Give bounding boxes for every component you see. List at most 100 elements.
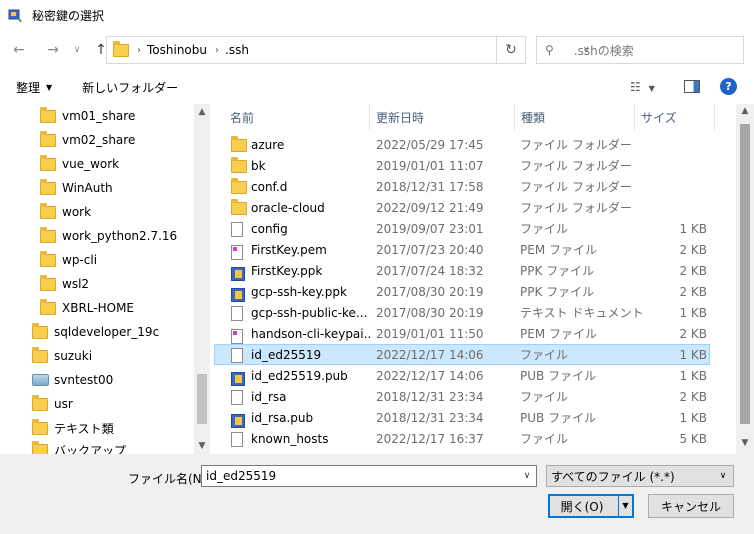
navigation-scrollbar[interactable]: ▲ ▼ <box>194 104 210 454</box>
text-file-icon <box>231 306 243 321</box>
scrollbar-thumb[interactable] <box>740 124 750 424</box>
file-row[interactable]: azure 2022/05/29 17:45 ファイル フォルダー <box>214 134 710 155</box>
tree-item[interactable]: vue_work <box>40 152 119 176</box>
file-type-select[interactable]: すべてのファイル (*.*) ∨ <box>546 465 734 487</box>
tree-item[interactable]: suzuki <box>32 344 92 368</box>
file-row[interactable]: handson-cli-keypai... 2019/01/01 11:50 P… <box>214 323 710 344</box>
scroll-down-icon[interactable]: ▼ <box>737 438 753 448</box>
scroll-up-icon[interactable]: ▲ <box>194 104 210 120</box>
breadcrumb-separator-icon[interactable]: › <box>137 45 141 56</box>
filename-value: id_ed25519 <box>206 469 277 483</box>
chevron-down-icon[interactable]: ∨ <box>518 466 536 486</box>
file-icon <box>231 432 243 447</box>
pem-file-icon <box>231 245 243 260</box>
putty-key-icon <box>231 371 245 386</box>
putty-key-icon <box>231 287 245 302</box>
chevron-down-icon: ▼ <box>46 82 53 92</box>
tree-item[interactable]: vm01_share <box>40 104 135 128</box>
file-row[interactable]: id_ed25519.pub 2022/12/17 14:06 PUB ファイル… <box>214 365 710 386</box>
organize-label: 整理 <box>16 80 41 95</box>
help-icon[interactable]: ? <box>720 78 737 95</box>
pem-file-icon <box>231 329 243 344</box>
view-options-icon[interactable]: ☷ ▼ <box>630 80 655 94</box>
filename-label: ファイル名(N): <box>128 472 211 486</box>
tree-item[interactable]: usr <box>32 392 73 416</box>
column-header-size[interactable]: サイズ <box>635 104 715 130</box>
file-icon <box>231 390 243 405</box>
file-icon <box>231 348 243 363</box>
breadcrumb-separator-icon[interactable]: › <box>215 45 219 56</box>
tree-item[interactable]: vm02_share <box>40 128 135 152</box>
file-row[interactable]: oracle-cloud 2022/09/12 21:49 ファイル フォルダー <box>214 197 710 218</box>
scroll-down-icon[interactable]: ▼ <box>194 438 210 454</box>
tree-item[interactable]: XBRL-HOME <box>40 296 134 320</box>
file-type-value: すべてのファイル (*.*) <box>551 469 675 484</box>
forward-arrow-icon[interactable]: → <box>42 39 64 61</box>
putty-key-icon <box>231 266 245 281</box>
tree-item[interactable]: バックアップ <box>32 438 126 454</box>
folder-icon <box>231 199 247 215</box>
folder-icon <box>40 226 56 243</box>
folder-icon <box>40 106 56 123</box>
folder-icon <box>32 346 48 363</box>
tree-item[interactable]: sqldeveloper_19c <box>32 320 159 344</box>
file-row[interactable]: gcp-ssh-public-ke... 2017/08/30 20:19 テキ… <box>214 302 710 323</box>
organize-menu[interactable]: 整理 ▼ <box>16 79 52 96</box>
cancel-button[interactable]: キャンセル <box>648 494 734 518</box>
file-row[interactable]: FirstKey.pem 2017/07/23 20:40 PEM ファイル 2… <box>214 239 710 260</box>
navigation-bar: ← → ∨ ↑ › Toshinobu › .ssh ∨ ↻ ⚲ .sshの検索 <box>0 30 754 70</box>
tree-item[interactable]: work_python2.7.16 <box>40 224 177 248</box>
chevron-down-icon: ∨ <box>719 471 727 481</box>
open-button[interactable]: 開く(O) ▼ <box>548 494 634 518</box>
folder-icon <box>32 440 48 454</box>
file-row[interactable]: FirstKey.ppk 2017/07/24 18:32 PPK ファイル 2… <box>214 260 710 281</box>
tree-item[interactable]: wsl2 <box>40 272 89 296</box>
tree-item[interactable]: wp-cli <box>40 248 97 272</box>
new-folder-button[interactable]: 新しいフォルダー <box>82 79 178 96</box>
file-row[interactable]: known_hosts 2022/12/17 16:37 ファイル 5 KB <box>214 428 710 449</box>
scroll-up-icon[interactable]: ▲ <box>737 106 753 116</box>
folder-icon <box>40 274 56 291</box>
title-bar: 秘密鍵の選択 <box>0 0 754 30</box>
file-row[interactable]: conf.d 2018/12/31 17:58 ファイル フォルダー <box>214 176 710 197</box>
file-list-scrollbar[interactable]: ▲ ▼ <box>736 104 754 454</box>
scrollbar-thumb[interactable] <box>197 374 207 424</box>
tree-item[interactable]: svntest00 <box>32 368 113 392</box>
file-row[interactable]: config 2019/09/07 23:01 ファイル 1 KB <box>214 218 710 239</box>
recent-locations-chevron-icon[interactable]: ∨ <box>66 39 88 61</box>
command-bar: 整理 ▼ 新しいフォルダー ☷ ▼ ? <box>0 70 754 104</box>
folder-icon <box>32 322 48 339</box>
column-header-name[interactable]: 名前 ^ <box>220 104 370 130</box>
open-options-chevron-icon[interactable]: ▼ <box>618 496 632 516</box>
address-bar[interactable]: › Toshinobu › .ssh ∨ <box>106 36 590 64</box>
column-header-type[interactable]: 種類 <box>515 104 635 130</box>
folder-icon <box>40 202 56 219</box>
folder-icon <box>231 178 247 194</box>
breadcrumb-ssh[interactable]: .ssh <box>225 43 249 57</box>
file-row[interactable]: gcp-ssh-key.ppk 2017/08/30 20:19 PPK ファイ… <box>214 281 710 302</box>
open-label: 開く(O) <box>560 499 604 514</box>
tree-item[interactable]: WinAuth <box>40 176 113 200</box>
column-header-date[interactable]: 更新日時 <box>370 104 515 130</box>
search-placeholder: .sshの検索 <box>573 43 634 58</box>
file-row-selected[interactable]: id_ed25519 2022/12/17 14:06 ファイル 1 KB <box>214 344 710 365</box>
tree-item[interactable]: work <box>40 200 91 224</box>
file-row[interactable]: bk 2019/01/01 11:07 ファイル フォルダー <box>214 155 710 176</box>
filename-input[interactable]: id_ed25519 ∨ <box>201 465 537 487</box>
file-row[interactable]: id_rsa 2018/12/31 23:34 ファイル 2 KB <box>214 386 710 407</box>
breadcrumb-toshinobu[interactable]: Toshinobu <box>147 43 207 57</box>
file-list: 名前 ^ 更新日時 種類 サイズ azure 2022/05/29 17:45 … <box>210 104 754 454</box>
folder-icon <box>40 178 56 195</box>
folder-icon <box>113 40 129 57</box>
putty-key-icon <box>8 7 24 23</box>
refresh-icon[interactable]: ↻ <box>496 36 526 64</box>
putty-key-icon <box>231 413 245 428</box>
folder-icon <box>40 298 56 315</box>
file-row[interactable]: id_rsa.pub 2018/12/31 23:34 PUB ファイル 1 K… <box>214 407 710 428</box>
back-arrow-icon[interactable]: ← <box>8 39 30 61</box>
folder-icon <box>32 418 48 435</box>
search-input[interactable]: ⚲ .sshの検索 <box>536 36 744 64</box>
navigation-pane: vm01_share vm02_share vue_work WinAuth w… <box>0 104 210 454</box>
tree-item[interactable]: テキスト類 <box>32 416 114 440</box>
preview-pane-icon[interactable] <box>684 80 700 93</box>
